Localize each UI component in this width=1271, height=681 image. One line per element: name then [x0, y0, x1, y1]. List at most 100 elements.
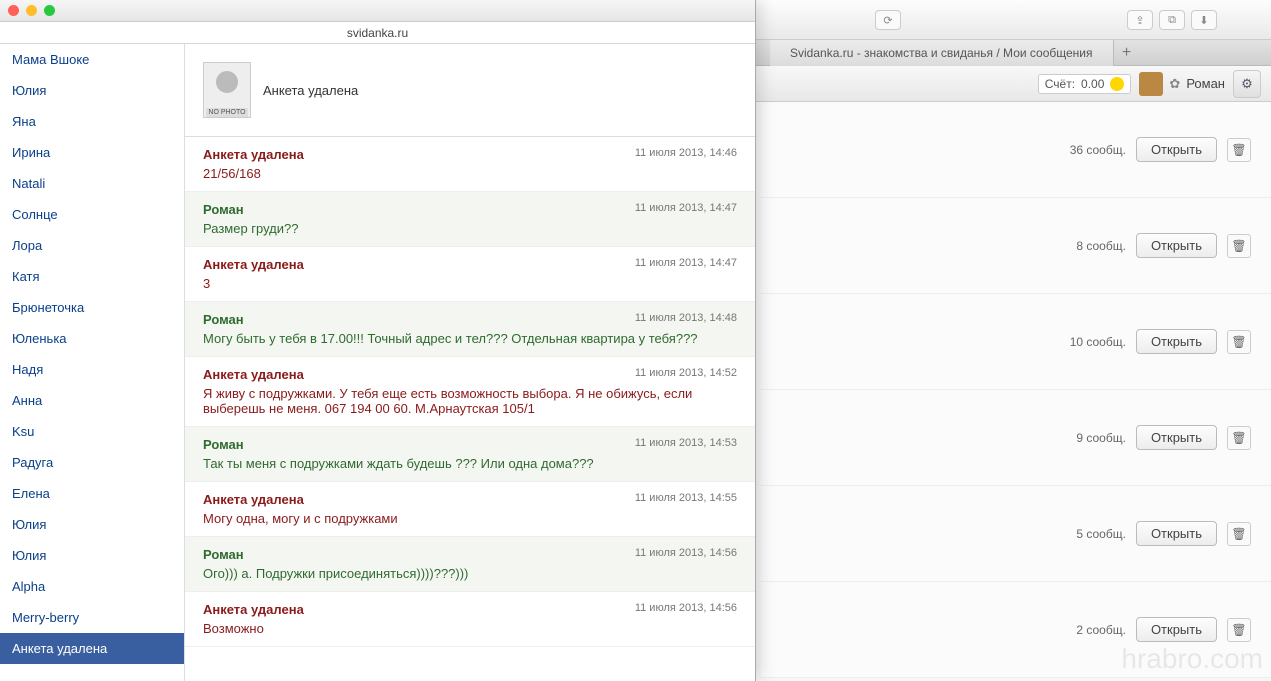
account-balance[interactable]: Счёт: 0.00 [1038, 74, 1132, 94]
open-button[interactable]: Открыть [1136, 137, 1217, 162]
message-body: 3 [203, 276, 737, 291]
contact-item[interactable]: Катя [0, 261, 184, 292]
popup-window: svidanka.ru Мама ВшокеЮлияЯнаИринаNatali… [0, 0, 756, 681]
balance-value: 0.00 [1081, 77, 1104, 91]
contact-item[interactable]: Natali [0, 168, 184, 199]
message-thread: NO PHOTO Анкета удалена Анкета удалена 11… [185, 44, 755, 681]
conversation-row: 9 сообщ. Открыть 🗑 [761, 390, 1271, 486]
contact-item[interactable]: Ирина [0, 137, 184, 168]
message-body: Возможно [203, 621, 737, 636]
close-icon[interactable] [8, 5, 19, 16]
user-chip[interactable]: ✿ Роман [1139, 72, 1225, 96]
no-photo-avatar: NO PHOTO [203, 62, 251, 118]
reload-button[interactable]: ⟳ [875, 10, 901, 30]
message-body: Я живу с подружками. У тебя еще есть воз… [203, 386, 737, 416]
message-body: Размер груди?? [203, 221, 737, 236]
message-sender: Роман [203, 437, 244, 452]
message: Роман11 июля 2013, 14:56Ого))) а. Подруж… [185, 537, 755, 592]
open-button[interactable]: Открыть [1136, 425, 1217, 450]
thread-header: NO PHOTO Анкета удалена [185, 44, 755, 137]
delete-button[interactable]: 🗑 [1227, 138, 1251, 162]
message: Роман 11 июля 2013, 14:47 Размер груди?? [185, 192, 755, 247]
message-body: Могу быть у тебя в 17.00!!! Точный адрес… [203, 331, 737, 346]
message: Роман 11 июля 2013, 14:48 Могу быть у тебя… [185, 302, 755, 357]
watermark: hrabro.com [1121, 643, 1263, 675]
message-time: 11 июля 2013, 14:47 [635, 202, 737, 217]
message-time: 11 июля 2013, 14:56 [635, 602, 737, 617]
minimize-icon[interactable] [26, 5, 37, 16]
thread-title: Анкета удалена [263, 83, 358, 98]
message-time: 11 июля 2013, 14:46 [635, 147, 737, 162]
message-time: 11 июля 2013, 14:48 [635, 312, 737, 327]
new-tab-button[interactable]: + [1114, 44, 1140, 62]
contact-item[interactable]: Merry-berry [0, 602, 184, 633]
settings-button[interactable]: ⚙ [1233, 70, 1261, 98]
message-time: 11 июля 2013, 14:56 [635, 547, 737, 562]
contact-item[interactable]: Надя [0, 354, 184, 385]
message-sender: Анкета удалена [203, 602, 304, 617]
conversation-row: 10 сообщ.Открыть🗑 [761, 294, 1271, 390]
username: Роман [1186, 76, 1225, 91]
conversation-row: 36 сообщ. Открыть 🗑 [761, 102, 1271, 198]
contact-item[interactable]: Анна [0, 385, 184, 416]
popup-titlebar[interactable] [0, 0, 755, 22]
message-sender: Анкета удалена [203, 147, 304, 162]
message-sender: Роман [203, 312, 244, 327]
message-time: 11 июля 2013, 14:55 [635, 492, 737, 507]
contact-item[interactable]: Alpha [0, 571, 184, 602]
user-status-icon: ✿ [1169, 76, 1180, 92]
balance-label: Счёт: [1045, 77, 1075, 91]
contact-item[interactable]: Анкета удалена [0, 633, 184, 664]
message-count: 2 сообщ. [1076, 623, 1126, 637]
message: Анкета удалена 11 июля 2013, 14:55 Могу од… [185, 482, 755, 537]
message: Анкета удалена 11 июля 2013, 14:56 Возможн… [185, 592, 755, 647]
message-body: 21/56/168 [203, 166, 737, 181]
message-body: Могу одна, могу и с подружками [203, 511, 737, 526]
message-time: 11 июля 2013, 14:47 [635, 257, 737, 272]
message: Анкета удалена 11 июля 2013, 14:46 21/56/1… [185, 137, 755, 192]
browser-tab-active[interactable]: Svidanka.ru - знакомства и свиданья / Мо… [770, 40, 1114, 66]
popup-url-bar: svidanka.ru [0, 22, 755, 44]
tabs-button[interactable]: ⧉ [1159, 10, 1185, 30]
message-sender: Анкета удалена [203, 367, 304, 382]
open-button[interactable]: Открыть [1136, 617, 1217, 642]
share-button[interactable]: ⇪ [1127, 10, 1153, 30]
message-count: 8 сообщ. [1076, 239, 1126, 253]
open-button[interactable]: Открыть [1136, 521, 1217, 546]
message-time: 11 июля 2013, 14:53 [635, 437, 737, 452]
avatar [1139, 72, 1163, 96]
contact-item[interactable]: Лора [0, 230, 184, 261]
contact-item[interactable]: Юлия [0, 75, 184, 106]
open-button[interactable]: Открыть [1136, 329, 1217, 354]
message-sender: Роман [203, 202, 244, 217]
message-sender: Роман [203, 547, 244, 562]
message-count: 5 сообщ. [1076, 527, 1126, 541]
open-button[interactable]: Открыть [1136, 233, 1217, 258]
contact-item[interactable]: Юлия [0, 509, 184, 540]
contact-item[interactable]: Ksu [0, 416, 184, 447]
contact-item[interactable]: Юленька [0, 323, 184, 354]
contact-item[interactable]: Мама Вшоке [0, 44, 184, 75]
message-count: 36 сообщ. [1070, 143, 1126, 157]
popup-body: Мама ВшокеЮлияЯнаИринаNataliСолнцеЛораКа… [0, 44, 755, 681]
message-sender: Анкета удалена [203, 492, 304, 507]
contact-item[interactable]: Солнце [0, 199, 184, 230]
contact-list: Мама ВшокеЮлияЯнаИринаNataliСолнцеЛораКа… [0, 44, 185, 681]
contact-item[interactable]: Радуга [0, 447, 184, 478]
delete-button[interactable]: 🗑 [1227, 330, 1251, 354]
delete-button[interactable]: 🗑 [1227, 234, 1251, 258]
messages-container: Анкета удалена 11 июля 2013, 14:46 21/56/1… [185, 137, 755, 681]
contact-item[interactable]: Брюнеточка [0, 292, 184, 323]
contact-item[interactable]: Елена [0, 478, 184, 509]
message-sender: Анкета удалена [203, 257, 304, 272]
message-count: 9 сообщ. [1076, 431, 1126, 445]
delete-button[interactable]: 🗑 [1227, 426, 1251, 450]
maximize-icon[interactable] [44, 5, 55, 16]
delete-button[interactable]: 🗑 [1227, 522, 1251, 546]
contact-item[interactable]: Яна [0, 106, 184, 137]
delete-button[interactable]: 🗑 [1227, 618, 1251, 642]
contact-item[interactable]: Юлия [0, 540, 184, 571]
coin-icon [1110, 77, 1124, 91]
conversation-list: 36 сообщ.Открыть🗑8 сообщ.Открыть🗑10 сооб… [761, 102, 1271, 678]
downloads-button[interactable]: ⬇ [1191, 10, 1217, 30]
